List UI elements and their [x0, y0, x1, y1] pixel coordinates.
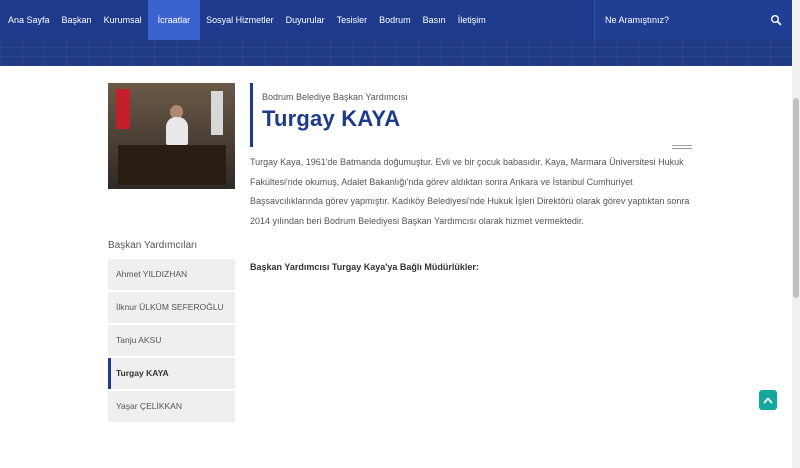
flag-shape	[116, 89, 130, 129]
sidebar-item-yasar-celikkan[interactable]: Yaşar ÇELİKKAN	[108, 391, 235, 422]
sidebar-item-tanju-aksu[interactable]: Tanju AKSU	[108, 325, 235, 356]
profile-subtitle: Bodrum Belediye Başkan Yardımcısı	[262, 92, 408, 102]
person-body-shape	[166, 117, 188, 145]
search-input[interactable]: Ne Aramıştınız?	[605, 15, 669, 25]
sidebar-item-turgay-kaya[interactable]: Turgay KAYA	[108, 358, 235, 389]
nav-item-iletisim[interactable]: İletişim	[452, 0, 492, 40]
nav-item-basin[interactable]: Basın	[417, 0, 452, 40]
section-heading-mudurlukler: Başkan Yardımcısı Turgay Kaya'ya Bağlı M…	[250, 262, 479, 272]
chevron-up-icon	[763, 397, 773, 404]
decorative-lines	[672, 145, 692, 150]
desk-shape	[118, 145, 226, 185]
nav-list: Ana Sayfa Başkan Kurumsal İcraatlar Sosy…	[0, 0, 492, 40]
scrollbar-thumb[interactable]	[793, 98, 799, 298]
nav-item-icraatlar[interactable]: İcraatlar	[147, 0, 201, 40]
page-scrollbar[interactable]	[792, 0, 800, 468]
scroll-to-top-button[interactable]	[759, 390, 777, 410]
sidebar-title: Başkan Yardımcıları	[108, 240, 198, 251]
nav-item-ana-sayfa[interactable]: Ana Sayfa	[2, 0, 56, 40]
profile-title-block: Bodrum Belediye Başkan Yardımcısı Turgay…	[250, 83, 408, 147]
profile-bio: Turgay Kaya, 1961'de Batmanda doğumuştur…	[250, 157, 690, 226]
sidebar-item-ilknur-ulkum-seferoglu[interactable]: İlknur ÜLKÜM SEFEROĞLU	[108, 292, 235, 323]
sidebar-list: Ahmet YILDIZHAN İlknur ÜLKÜM SEFEROĞLU T…	[108, 259, 235, 424]
nav-item-duyurular[interactable]: Duyurular	[280, 0, 331, 40]
sidebar-item-ahmet-yildizhan[interactable]: Ahmet YILDIZHAN	[108, 259, 235, 290]
page-title: Turgay KAYA	[262, 106, 401, 131]
nav-item-bodrum[interactable]: Bodrum	[373, 0, 417, 40]
search-icon[interactable]	[770, 14, 782, 26]
nav-item-baskan[interactable]: Başkan	[56, 0, 98, 40]
nav-item-tesisler[interactable]: Tesisler	[331, 0, 374, 40]
divider	[672, 145, 692, 146]
top-navigation: Ana Sayfa Başkan Kurumsal İcraatlar Sosy…	[0, 0, 792, 40]
nav-item-sosyal-hizmetler[interactable]: Sosyal Hizmetler	[200, 0, 280, 40]
header-banner	[0, 40, 792, 66]
profile-photo	[108, 83, 235, 189]
search-box[interactable]: Ne Aramıştınız?	[594, 0, 792, 40]
flag-shape	[211, 91, 223, 135]
nav-item-kurumsal[interactable]: Kurumsal	[98, 0, 148, 40]
divider	[672, 148, 692, 149]
